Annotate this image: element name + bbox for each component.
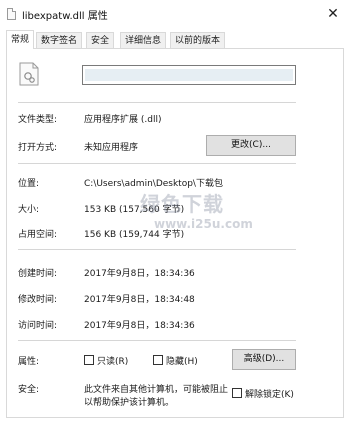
unblock-checkbox[interactable] xyxy=(232,388,242,398)
tab-previous-versions[interactable]: 以前的版本 xyxy=(170,32,226,48)
unblock-label: 解除锁定(K) xyxy=(245,390,294,400)
tab-details[interactable]: 详细信息 xyxy=(120,32,167,48)
readonly-checkbox[interactable] xyxy=(84,355,94,365)
file-type-label: 文件类型: xyxy=(18,115,58,125)
size-value: 153 KB (157,560 字节) xyxy=(84,205,185,215)
dll-file-icon xyxy=(19,62,39,86)
file-name-field[interactable] xyxy=(82,65,296,85)
size-label: 大小: xyxy=(18,205,40,215)
divider xyxy=(18,249,296,250)
location-label: 位置: xyxy=(18,179,40,189)
security-label: 安全: xyxy=(18,385,40,395)
opens-with-label: 打开方式: xyxy=(18,143,58,153)
accessed-label: 访问时间: xyxy=(18,321,58,331)
opens-with-value: 未知应用程序 xyxy=(84,143,139,153)
created-label: 创建时间: xyxy=(18,269,58,279)
security-text-line1: 此文件来自其他计算机，可能被阻止 xyxy=(84,385,229,395)
divider xyxy=(18,163,296,164)
title-bar: libexpatw.dll 属性 ✕ xyxy=(0,0,350,29)
window-title: libexpatw.dll 属性 xyxy=(22,11,108,22)
readonly-label: 只读(R) xyxy=(97,357,129,367)
modified-label: 修改时间: xyxy=(18,295,58,305)
tab-digital-signatures[interactable]: 数字签名 xyxy=(36,32,83,48)
close-icon[interactable]: ✕ xyxy=(324,5,342,23)
modified-value: 2017年9月8日，18:34:48 xyxy=(84,295,195,305)
change-button[interactable]: 更改(C)... xyxy=(206,135,296,156)
hidden-label: 隐藏(H) xyxy=(166,357,198,367)
divider xyxy=(18,340,296,341)
file-type-value: 应用程序扩展 (.dll) xyxy=(84,115,162,125)
tab-strip: 常规 数字签名 安全 详细信息 以前的版本 xyxy=(6,30,344,49)
attributes-label: 属性: xyxy=(18,357,40,367)
advanced-button[interactable]: 高级(D)... xyxy=(232,349,296,370)
security-text-line2: 以帮助保护该计算机。 xyxy=(84,398,175,408)
tab-security[interactable]: 安全 xyxy=(86,32,115,48)
size-on-disk-value: 156 KB (159,744 字节) xyxy=(84,230,185,240)
tab-general[interactable]: 常规 xyxy=(6,30,35,49)
file-icon xyxy=(7,8,16,20)
accessed-value: 2017年9月8日，18:34:36 xyxy=(84,321,195,331)
hidden-checkbox[interactable] xyxy=(153,355,163,365)
size-on-disk-label: 占用空间: xyxy=(18,230,58,240)
created-value: 2017年9月8日，18:34:36 xyxy=(84,269,195,279)
file-name-redacted xyxy=(85,69,293,81)
location-value: C:\Users\admin\Desktop\下载包 xyxy=(84,179,223,189)
divider xyxy=(18,102,296,103)
